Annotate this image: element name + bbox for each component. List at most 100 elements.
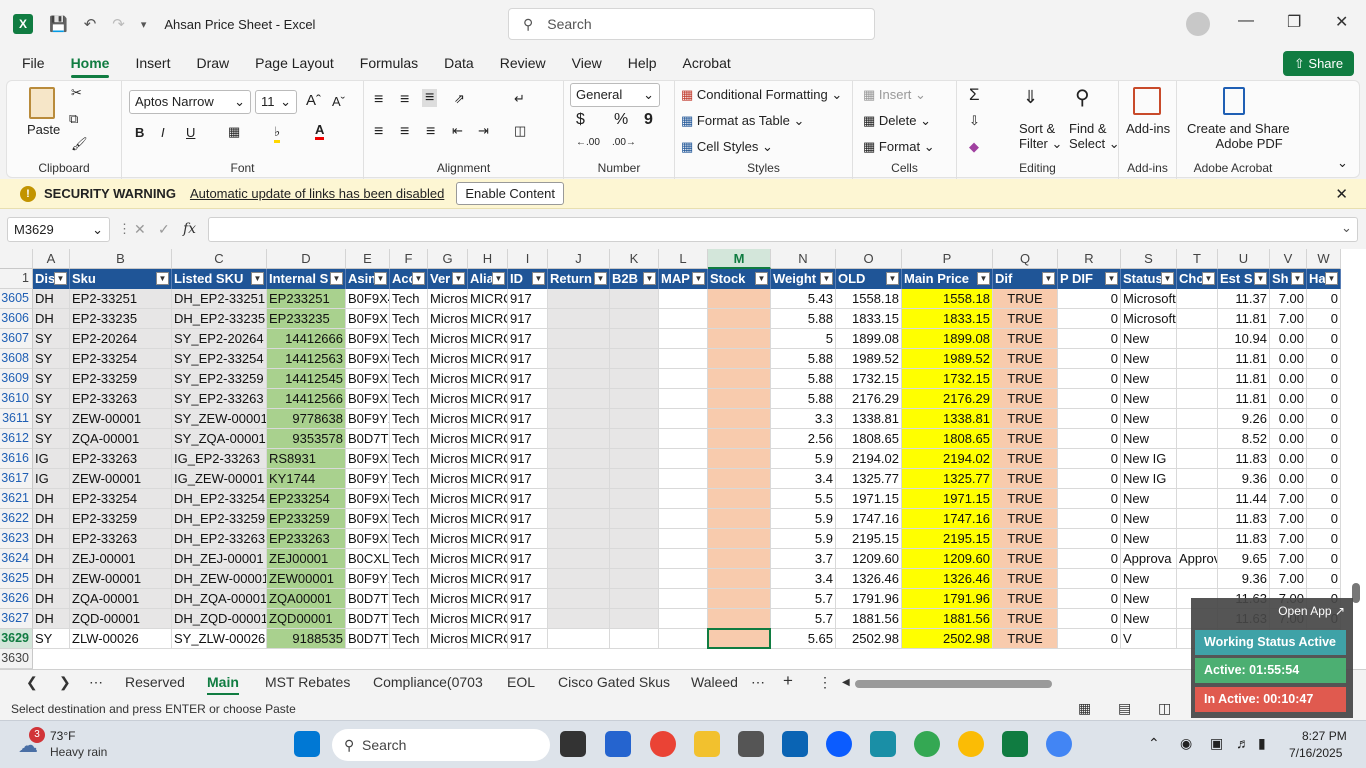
table-cell[interactable]: DH <box>33 549 70 569</box>
table-cell[interactable]: TRUE <box>993 429 1058 449</box>
table-cell[interactable]: 1971.15 <box>836 489 902 509</box>
table-cell[interactable]: New <box>1121 329 1177 349</box>
column-header-h[interactable]: H <box>468 249 508 269</box>
table-cell[interactable]: ZLW-00026 <box>70 629 172 649</box>
table-cell[interactable]: MICRO <box>468 589 508 609</box>
table-cell[interactable]: 917 <box>508 289 548 309</box>
table-cell[interactable]: 0.00 <box>1270 349 1307 369</box>
table-cell[interactable]: 0 <box>1058 429 1121 449</box>
row-header[interactable]: 3605 <box>0 289 33 309</box>
table-cell[interactable]: DH_EP2-33254 <box>172 489 267 509</box>
table-cell[interactable]: 0 <box>1058 289 1121 309</box>
table-cell[interactable]: B0D7T0 <box>346 609 390 629</box>
table-cell[interactable]: ZEW-00001 <box>70 469 172 489</box>
sheet-tab-reserved[interactable]: Reserved <box>125 674 185 690</box>
column-header-t[interactable]: T <box>1177 249 1218 269</box>
table-cell[interactable]: MICRO <box>468 569 508 589</box>
row-header[interactable]: 3610 <box>0 389 33 409</box>
filter-dropdown-icon[interactable]: ▼ <box>1291 272 1304 285</box>
filter-dropdown-icon[interactable]: ▼ <box>1325 272 1338 285</box>
table-cell[interactable]: Tech <box>390 429 428 449</box>
table-cell[interactable]: DH <box>33 489 70 509</box>
table-cell[interactable] <box>659 569 708 589</box>
table-cell[interactable]: B0D7TI <box>346 589 390 609</box>
row-header[interactable]: 3623 <box>0 529 33 549</box>
column-header-u[interactable]: U <box>1218 249 1270 269</box>
row-header[interactable]: 3617 <box>0 469 33 489</box>
table-cell[interactable]: 5.43 <box>771 289 836 309</box>
table-cell[interactable]: 1558.18 <box>836 289 902 309</box>
table-cell[interactable]: SY_EP2-20264 <box>172 329 267 349</box>
table-cell[interactable]: EP233263 <box>267 529 346 549</box>
table-cell[interactable]: EP2-33254 <box>70 489 172 509</box>
table-header-cell[interactable]: Status ▼ <box>1121 269 1177 289</box>
row-header[interactable]: 3624 <box>0 549 33 569</box>
menu-draw[interactable]: Draw <box>196 55 229 71</box>
table-cell[interactable]: EP2-33263 <box>70 449 172 469</box>
table-cell[interactable]: DH_EP2-33235 <box>172 309 267 329</box>
table-cell[interactable]: 11.44 <box>1218 489 1270 509</box>
table-cell[interactable] <box>659 329 708 349</box>
table-cell[interactable]: New <box>1121 409 1177 429</box>
table-cell[interactable] <box>1177 469 1218 489</box>
column-header-j[interactable]: J <box>548 249 610 269</box>
table-cell[interactable]: B0CXL1 <box>346 549 390 569</box>
table-cell[interactable]: Tech <box>390 489 428 509</box>
table-cell[interactable]: Micros <box>428 609 468 629</box>
table-cell[interactable]: B0F9XI <box>346 309 390 329</box>
collapse-ribbon-icon[interactable]: ⌄ <box>1337 155 1348 171</box>
network-icon[interactable]: ◉ <box>1180 735 1192 752</box>
column-header-k[interactable]: K <box>610 249 659 269</box>
table-cell[interactable]: New <box>1121 489 1177 509</box>
search-box[interactable]: ⚲ Search <box>508 8 875 40</box>
column-header-w[interactable]: W <box>1307 249 1341 269</box>
table-cell[interactable]: 3.4 <box>771 469 836 489</box>
menu-review[interactable]: Review <box>500 55 546 71</box>
table-cell[interactable]: Tech <box>390 369 428 389</box>
table-cell[interactable]: Tech <box>390 329 428 349</box>
table-cell[interactable]: MICRO <box>468 489 508 509</box>
table-cell[interactable]: Micros <box>428 549 468 569</box>
table-cell[interactable]: 917 <box>508 489 548 509</box>
table-cell[interactable]: 0 <box>1307 309 1341 329</box>
column-header-f[interactable]: F <box>390 249 428 269</box>
table-cell[interactable]: EP2-33259 <box>70 509 172 529</box>
copy-icon[interactable]: ⧉ <box>69 111 78 127</box>
table-cell[interactable]: DH_EP2-33259 <box>172 509 267 529</box>
filter-dropdown-icon[interactable]: ▼ <box>330 272 343 285</box>
table-cell[interactable]: 5.7 <box>771 609 836 629</box>
table-cell[interactable]: EP2-20264 <box>70 329 172 349</box>
table-cell[interactable]: IG_ZEW-00001 <box>172 469 267 489</box>
table-header-cell[interactable]: Est S ▼ <box>1218 269 1270 289</box>
scroll-left-icon[interactable]: ◀ <box>842 677 850 688</box>
menu-acrobat[interactable]: Acrobat <box>683 55 731 71</box>
battery-icon[interactable]: ▮ <box>1258 735 1266 752</box>
table-cell[interactable]: 0.00 <box>1270 409 1307 429</box>
column-header-i[interactable]: I <box>508 249 548 269</box>
calculator-icon[interactable] <box>738 731 764 757</box>
table-cell[interactable]: MICRO <box>468 389 508 409</box>
column-header-e[interactable]: E <box>346 249 390 269</box>
row-header[interactable]: 1 <box>0 269 33 289</box>
align-left-icon[interactable]: ≡ <box>374 123 383 141</box>
table-cell[interactable] <box>659 289 708 309</box>
volume-icon[interactable]: ♬ <box>1236 735 1250 751</box>
table-cell[interactable]: B0F9XD <box>346 529 390 549</box>
table-cell[interactable]: ZEW-00001 <box>70 569 172 589</box>
align-bottom-icon[interactable]: ≡ <box>422 89 438 107</box>
display-icon[interactable]: ▣ <box>1210 735 1223 752</box>
column-header-a[interactable]: A <box>33 249 70 269</box>
table-cell[interactable]: Approva <box>1121 549 1177 569</box>
table-cell[interactable]: DH <box>33 589 70 609</box>
filter-dropdown-icon[interactable]: ▼ <box>1042 272 1055 285</box>
table-cell[interactable]: 917 <box>508 389 548 409</box>
decrease-font-icon[interactable]: Aˇ <box>332 94 345 109</box>
table-header-cell[interactable]: Internal S ▼ <box>267 269 346 289</box>
table-cell[interactable]: ZEJ-00001 <box>70 549 172 569</box>
chrome-profile-icon[interactable] <box>914 731 940 757</box>
cell-styles-button[interactable]: ▦ Cell Styles ⌄ <box>681 139 773 155</box>
table-cell[interactable]: 0 <box>1307 489 1341 509</box>
table-cell[interactable]: 0.00 <box>1270 329 1307 349</box>
table-cell[interactable]: EP2-33254 <box>70 349 172 369</box>
table-cell[interactable] <box>659 529 708 549</box>
